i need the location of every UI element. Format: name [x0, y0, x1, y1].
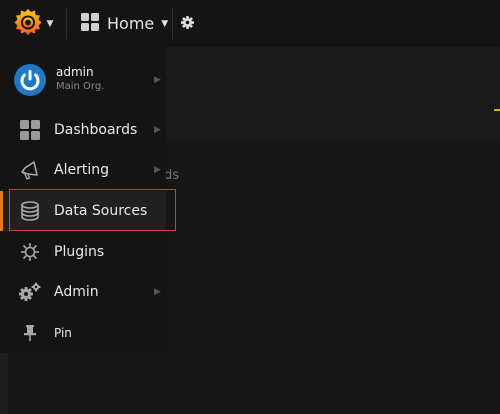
sidebar-item-label: Admin	[54, 284, 99, 300]
chevron-right-icon: ▶	[154, 125, 161, 135]
sidebar-item-alerting[interactable]: Alerting ▶	[0, 150, 166, 190]
dashboard-settings-button[interactable]	[176, 0, 198, 47]
top-navbar: ▼ Home ▼	[0, 0, 500, 47]
chevron-down-icon: ▼	[46, 18, 54, 29]
sidebar-item-plugins[interactable]: Plugins	[0, 232, 166, 272]
content-partial-text: ds	[164, 168, 180, 183]
admin-gears-icon	[15, 277, 45, 307]
plugins-icon	[15, 237, 45, 267]
dashboard-title: Home	[107, 14, 155, 33]
avatar	[14, 64, 46, 96]
alerting-icon	[15, 155, 45, 185]
sidebar-item-dashboards[interactable]: Dashboards ▶	[0, 110, 166, 150]
dashboards-icon	[15, 115, 45, 145]
chevron-right-icon: ▶	[154, 75, 161, 85]
highlight-annotation	[9, 189, 176, 231]
sidebar-item-admin[interactable]: Admin ▶	[0, 272, 166, 312]
dashboard-row-panel	[166, 47, 500, 139]
sidebar-item-label: Dashboards	[54, 122, 138, 138]
chevron-right-icon: ▶	[154, 287, 161, 297]
pin-icon	[15, 318, 45, 348]
accent-mark	[494, 109, 500, 111]
dashboards-icon	[80, 12, 100, 36]
chevron-right-icon: ▶	[154, 165, 161, 175]
chevron-down-icon: ▼	[161, 18, 169, 29]
organization-name: Main Org.	[56, 81, 105, 92]
gear-icon	[180, 14, 194, 33]
grafana-logo-icon	[13, 7, 43, 41]
sidebar-item-pin[interactable]: Pin	[0, 313, 166, 353]
dashboard-picker-button[interactable]: Home ▼	[70, 0, 172, 47]
divider	[172, 8, 173, 39]
divider	[66, 8, 67, 39]
active-indicator	[0, 191, 3, 231]
grafana-logo-button[interactable]: ▼	[0, 0, 66, 47]
user-name: admin	[56, 65, 94, 79]
sidebar-item-label: Alerting	[54, 162, 109, 178]
sidebar-item-label: Pin	[54, 326, 72, 340]
user-profile-item[interactable]: admin Main Org. ▶	[0, 55, 166, 105]
sidebar-item-label: Plugins	[54, 244, 105, 260]
